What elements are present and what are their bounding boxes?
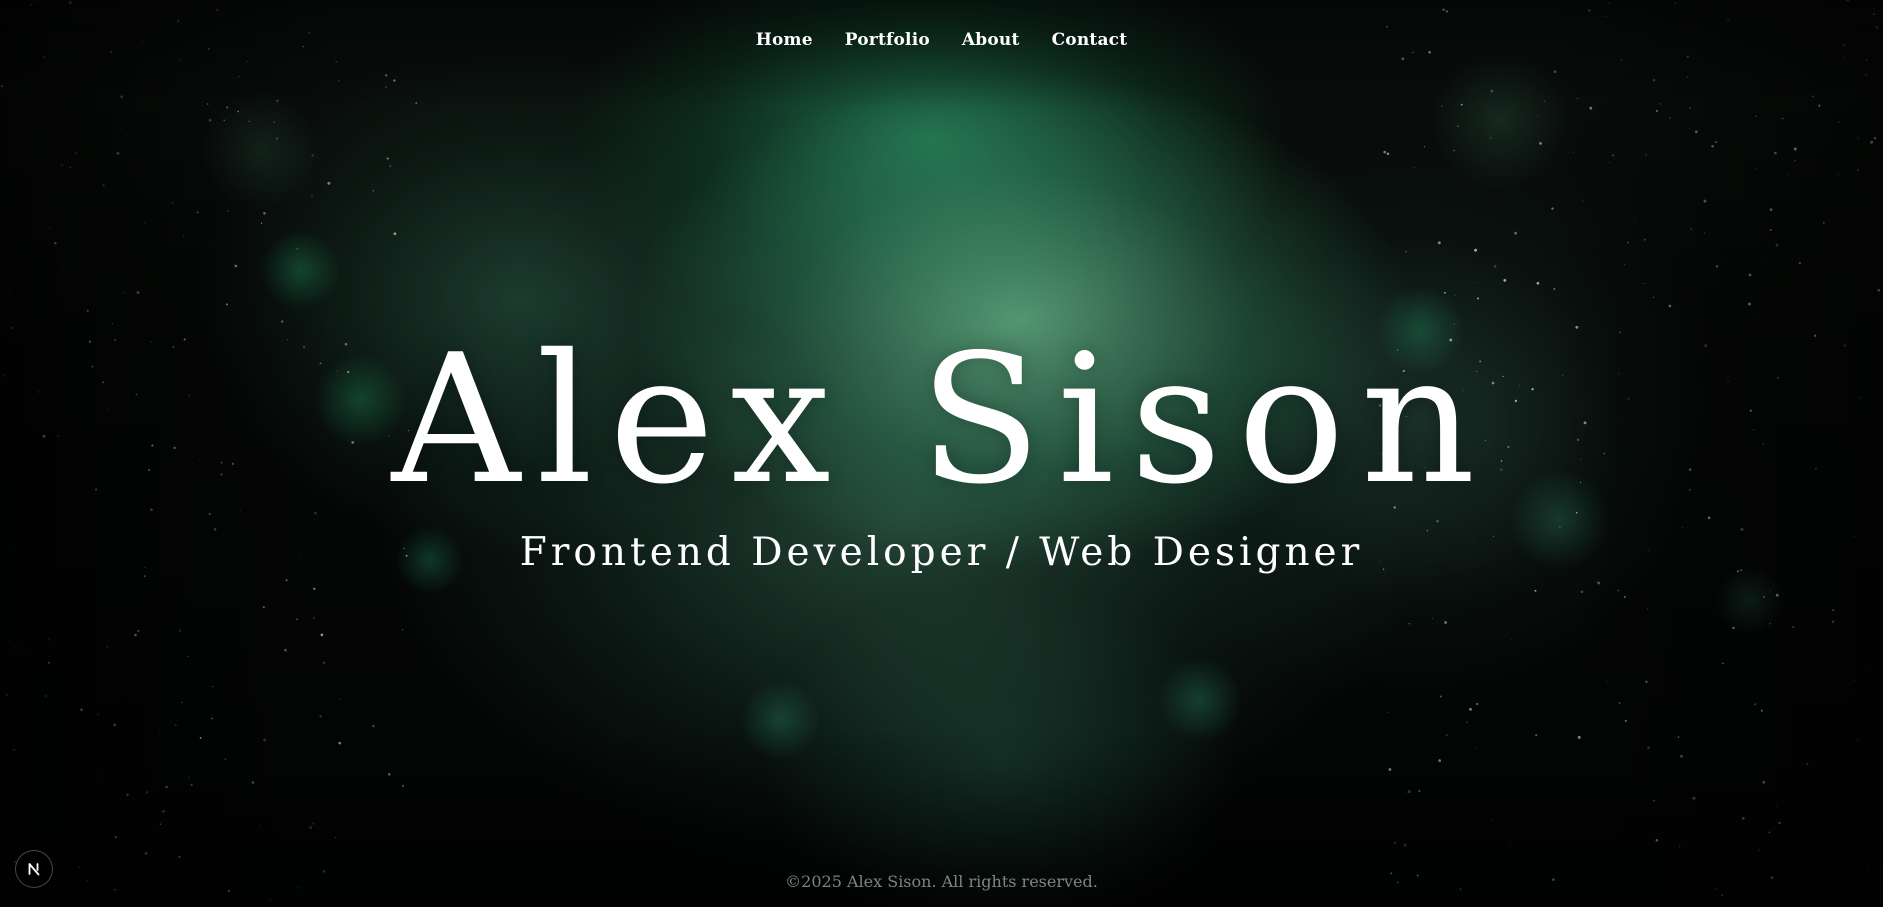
nav-about-link[interactable]: About [962, 30, 1020, 50]
footer-copyright: ©2025 Alex Sison. All rights reserved. [785, 872, 1098, 891]
nav-contact-link[interactable]: Contact [1052, 30, 1128, 50]
nextjs-logo-icon [28, 863, 40, 876]
page: Home Portfolio About Contact Alex Sison … [0, 0, 1883, 907]
main-nav: Home Portfolio About Contact [0, 30, 1883, 50]
hero-subtitle: Frontend Developer / Web Designer [519, 530, 1364, 575]
nextjs-dev-badge[interactable] [15, 850, 53, 888]
nav-portfolio-link[interactable]: Portfolio [845, 30, 930, 50]
hero-title: Alex Sison [391, 316, 1492, 523]
nav-home-link[interactable]: Home [756, 30, 813, 50]
